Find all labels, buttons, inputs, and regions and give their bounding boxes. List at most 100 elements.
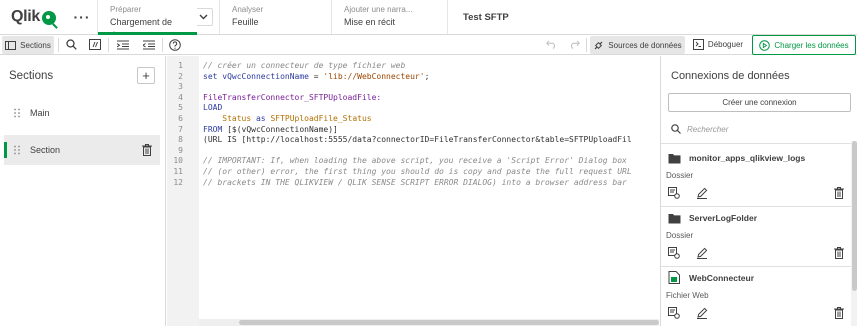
connection-divider xyxy=(661,266,857,267)
code-line: set vQwcConnectionName = 'lib://WebConne… xyxy=(203,72,429,82)
select-data-icon[interactable] xyxy=(668,247,680,259)
tab-prepare[interactable]: Préparer Chargement de d... xyxy=(97,0,197,40)
comment-button[interactable] xyxy=(86,35,104,54)
trash-icon[interactable] xyxy=(833,187,845,199)
debug-label: Déboguer xyxy=(707,40,744,49)
app-title: Test SFTP xyxy=(447,0,509,34)
debug-button[interactable]: Déboguer xyxy=(690,35,746,54)
redo-icon xyxy=(570,40,580,49)
line-number: 3 xyxy=(178,82,183,92)
section-item-section[interactable]: Section xyxy=(4,135,160,165)
comment-code-icon xyxy=(89,39,101,50)
undo-icon xyxy=(545,40,555,49)
qlik-logo[interactable]: Qlik xyxy=(0,0,67,34)
section-item-main[interactable]: Main xyxy=(4,98,160,128)
line-number: 5 xyxy=(178,103,183,113)
add-section-button[interactable]: + xyxy=(137,67,155,84)
select-data-icon[interactable] xyxy=(668,187,680,199)
code-token: Status xyxy=(203,114,256,123)
connection-search[interactable] xyxy=(671,122,851,136)
connection-type: Dossier xyxy=(666,171,694,180)
code-token: LOAD xyxy=(203,103,223,113)
search-icon xyxy=(65,39,77,50)
connection-item[interactable]: ServerLogFolder Dossier xyxy=(661,210,857,270)
trash-icon[interactable] xyxy=(833,247,845,259)
code-token: // (or other) error, the first thing you… xyxy=(203,167,632,176)
debug-icon xyxy=(692,39,704,50)
redo-button[interactable] xyxy=(566,35,582,54)
vertical-scrollbar-thumb[interactable] xyxy=(852,141,857,291)
help-button[interactable] xyxy=(166,35,184,54)
code-token: vQwcConnectionName xyxy=(222,71,309,81)
data-sources-button[interactable]: Sources de données xyxy=(590,36,685,54)
create-connection-button[interactable]: Créer une connexion xyxy=(668,93,851,112)
line-number: 2 xyxy=(178,71,183,81)
connection-name: monitor_apps_qlikview_logs xyxy=(689,153,806,163)
code-token: ; xyxy=(424,71,430,81)
logo-mark-icon xyxy=(42,11,57,25)
folder-icon xyxy=(668,151,681,169)
connection-actions xyxy=(668,187,708,199)
tab-narrate[interactable]: Ajouter une narra... Mise en récit xyxy=(331,0,447,34)
trash-icon[interactable] xyxy=(142,144,152,156)
tab-prepare-small: Préparer xyxy=(110,5,142,14)
code-token: = xyxy=(308,71,324,81)
drag-handle-icon[interactable] xyxy=(13,145,21,155)
line-number: 4 xyxy=(178,92,183,102)
horizontal-scrollbar-thumb[interactable] xyxy=(239,320,659,325)
connection-divider xyxy=(661,206,857,207)
toolbar-divider xyxy=(58,38,59,52)
indent-icon xyxy=(117,40,129,49)
more-horizontal-icon[interactable]: ··· xyxy=(67,0,97,34)
edit-icon[interactable] xyxy=(696,247,708,259)
code-token: 'lib://WebConnecteur' xyxy=(323,71,425,81)
tab-analyze-label: Feuille xyxy=(232,17,259,27)
chevron-down-icon xyxy=(199,14,207,20)
tab-analyze[interactable]: Analyser Feuille xyxy=(219,0,331,34)
toolbar-divider xyxy=(162,38,163,52)
connection-item[interactable]: monitor_apps_qlikview_logs Dossier xyxy=(661,150,857,210)
search-button[interactable] xyxy=(62,35,80,54)
trash-icon[interactable] xyxy=(833,307,845,319)
code-token: // IMPORTANT: If, when loading the above… xyxy=(203,156,627,166)
outdent-button[interactable] xyxy=(140,35,158,54)
code-token: SFTPUploadFile_Status xyxy=(270,114,372,123)
horizontal-scrollbar[interactable] xyxy=(199,319,659,326)
undo-button[interactable] xyxy=(543,35,559,54)
sections-toggle-button[interactable]: Sections xyxy=(2,36,54,54)
code-token: as xyxy=(255,114,271,123)
connection-actions xyxy=(668,247,708,259)
edit-icon[interactable] xyxy=(696,187,708,199)
code-token: [$(vQwcConnectionName)] xyxy=(227,124,338,134)
connection-search-input[interactable] xyxy=(687,124,837,134)
tab-narrate-small: Ajouter une narra... xyxy=(344,5,413,14)
plus-icon: + xyxy=(142,68,150,83)
script-editor[interactable]: 1 2 3 4 5 6 7 8 9 10 11 12 // créer un connecteur d… xyxy=(167,56,659,326)
line-number: 1 xyxy=(178,61,183,70)
tab-narrate-label: Mise en récit xyxy=(344,17,396,27)
folder-icon xyxy=(668,211,681,229)
load-data-button[interactable]: Charger les données xyxy=(752,35,856,55)
connection-actions xyxy=(668,307,708,319)
indent-button[interactable] xyxy=(114,35,132,54)
drag-handle-icon[interactable] xyxy=(13,108,21,118)
web-file-icon xyxy=(668,271,680,289)
outdent-icon xyxy=(143,40,155,49)
toolbar-divider xyxy=(586,38,587,52)
connection-item[interactable]: WebConnecteur Fichier Web xyxy=(661,270,857,326)
section-item-label: Section xyxy=(30,145,61,155)
line-number: 11 xyxy=(173,167,183,176)
line-number: 9 xyxy=(178,145,183,155)
code-token: // créer un connecteur de type fichier w… xyxy=(203,61,406,70)
edit-icon[interactable] xyxy=(696,307,708,319)
search-icon xyxy=(671,124,681,134)
section-item-label: Main xyxy=(30,108,50,118)
tab-analyze-small: Analyser xyxy=(232,5,264,14)
vertical-scrollbar[interactable] xyxy=(851,141,857,326)
code-line: Status as SFTPUploadFile_Status xyxy=(203,114,372,124)
select-data-icon[interactable] xyxy=(668,307,680,319)
load-data-label: Charger les données xyxy=(774,40,849,50)
code-line: // (or other) error, the first thing you… xyxy=(203,167,632,177)
line-number: 8 xyxy=(178,135,183,145)
code-token: (URL IS [http://localhost:5555/data?conn… xyxy=(203,135,632,145)
